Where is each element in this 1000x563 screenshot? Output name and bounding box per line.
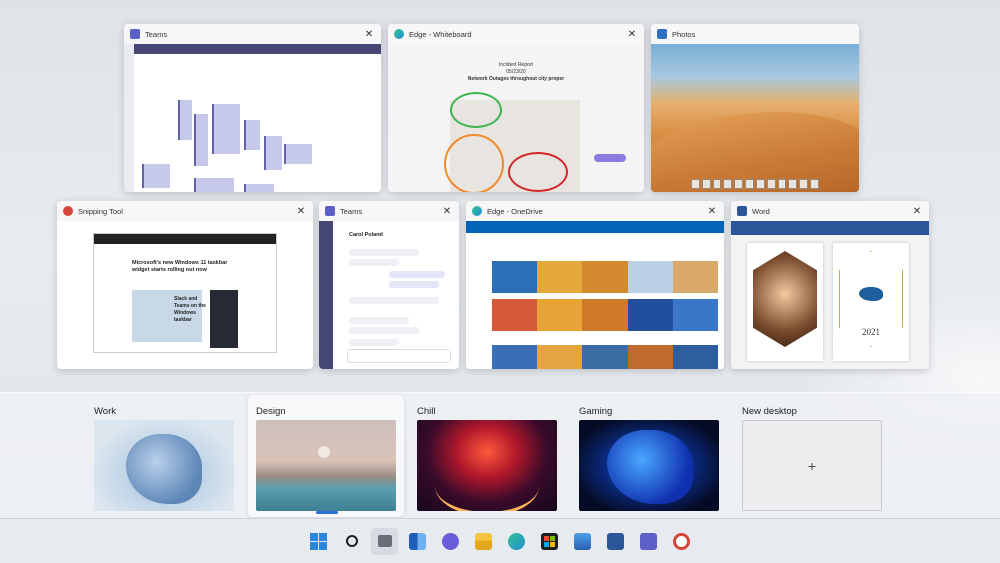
active-desktop-indicator: [316, 511, 338, 514]
edge-icon: [472, 206, 482, 216]
desktop-label: Design: [256, 406, 286, 417]
window-photos[interactable]: Photos: [651, 24, 859, 192]
card-year: 2021: [862, 327, 880, 337]
file-explorer-icon[interactable]: [470, 528, 497, 555]
teams-icon: [130, 29, 140, 39]
window-titlebar[interactable]: Snipping Tool ✕: [57, 201, 313, 221]
window-title: Edge - Whiteboard: [409, 29, 472, 39]
chat-contact-name: Carol Poland: [349, 232, 383, 238]
store-icon[interactable]: [536, 528, 563, 555]
window-titlebar[interactable]: Edge - OneDrive ✕: [466, 201, 724, 221]
window-titlebar[interactable]: Photos: [651, 24, 859, 44]
window-snipping-tool[interactable]: Snipping Tool ✕ Microsoft's new Windows …: [57, 201, 313, 369]
window-title: Edge - OneDrive: [487, 206, 543, 216]
word-icon[interactable]: [602, 528, 629, 555]
virtual-desktops-bar: Work Design Chill Gaming New desktop +: [0, 392, 1000, 518]
window-titlebar[interactable]: Teams ✕: [319, 201, 459, 221]
whiteboard-subheading: Network Outages throughout city proper: [467, 76, 565, 82]
window-title: Teams: [340, 206, 363, 216]
window-titlebar[interactable]: Word ✕: [731, 201, 929, 221]
window-word[interactable]: Word ✕ 2021: [731, 201, 929, 369]
window-edge-whiteboard[interactable]: Edge - Whiteboard ✕ Incident Report 05/2…: [388, 24, 644, 192]
window-teams-calendar[interactable]: Teams ✕: [124, 24, 381, 192]
window-preview: 2021: [731, 221, 929, 369]
close-icon[interactable]: ✕: [441, 206, 453, 217]
search-icon[interactable]: [338, 528, 365, 555]
filmstrip: [691, 179, 819, 189]
window-teams-chat[interactable]: Teams ✕ Carol Poland: [319, 201, 459, 369]
desktop-thumbnail: [417, 420, 557, 511]
desktop-work[interactable]: Work: [86, 395, 242, 517]
window-preview: Microsoft's new Windows 11 taskbar widge…: [57, 221, 313, 369]
close-icon[interactable]: ✕: [911, 206, 923, 217]
snipping-tool-icon[interactable]: [668, 528, 695, 555]
window-titlebar[interactable]: Teams ✕: [124, 24, 381, 44]
desktop-thumbnail: [256, 420, 396, 511]
desktop-chill[interactable]: Chill: [409, 395, 565, 517]
desktop-design[interactable]: Design: [248, 395, 404, 517]
desktop-thumbnail: [94, 420, 234, 511]
close-icon[interactable]: ✕: [626, 29, 638, 40]
desktop-label: Work: [94, 406, 116, 417]
family-photo: [753, 251, 817, 347]
window-preview: Incident Report 05/23/20 Network Outages…: [388, 44, 644, 192]
bird-icon: [859, 287, 883, 301]
desktop-label: New desktop: [742, 406, 797, 417]
word-icon: [737, 206, 747, 216]
desktop-label: Chill: [417, 406, 436, 417]
desktop-gaming[interactable]: Gaming: [571, 395, 727, 517]
window-edge-onedrive[interactable]: Edge - OneDrive ✕: [466, 201, 724, 369]
taskbar: [0, 518, 1000, 563]
window-preview: [466, 221, 724, 369]
whiteboard-date: 05/23/20: [506, 69, 526, 75]
desktop-thumbnail: +: [742, 420, 882, 511]
teams-chat-icon[interactable]: [437, 528, 464, 555]
edge-icon[interactable]: [503, 528, 530, 555]
desktop-thumbnail: [579, 420, 719, 511]
widgets-icon[interactable]: [404, 528, 431, 555]
new-desktop-button[interactable]: New desktop +: [734, 395, 890, 517]
photos-icon: [657, 29, 667, 39]
start-icon[interactable]: [305, 528, 332, 555]
window-title: Word: [752, 206, 770, 216]
window-preview: [124, 44, 381, 192]
desert-photo: [651, 44, 859, 192]
teams-icon: [325, 206, 335, 216]
window-title: Snipping Tool: [78, 206, 123, 216]
window-title: Photos: [672, 29, 696, 39]
snipping-tool-icon: [63, 206, 73, 216]
close-icon[interactable]: ✕: [363, 29, 375, 40]
article-side-text: Slack and Teams on the Windows taskbar: [174, 296, 206, 323]
window-title: Teams: [145, 29, 168, 39]
photos-icon[interactable]: [569, 528, 596, 555]
edge-icon: [394, 29, 404, 39]
desktop-label: Gaming: [579, 406, 613, 417]
window-preview: Carol Poland: [319, 221, 459, 369]
teams-icon[interactable]: [635, 528, 662, 555]
close-icon[interactable]: ✕: [706, 206, 718, 217]
plus-icon: +: [807, 457, 817, 474]
task-view-icon[interactable]: [371, 527, 398, 555]
article-headline: Microsoft's new Windows 11 taskbar widge…: [132, 260, 228, 273]
whiteboard-heading: Incident Report: [499, 62, 533, 68]
close-icon[interactable]: ✕: [295, 206, 307, 217]
window-titlebar[interactable]: Edge - Whiteboard ✕: [388, 24, 644, 44]
